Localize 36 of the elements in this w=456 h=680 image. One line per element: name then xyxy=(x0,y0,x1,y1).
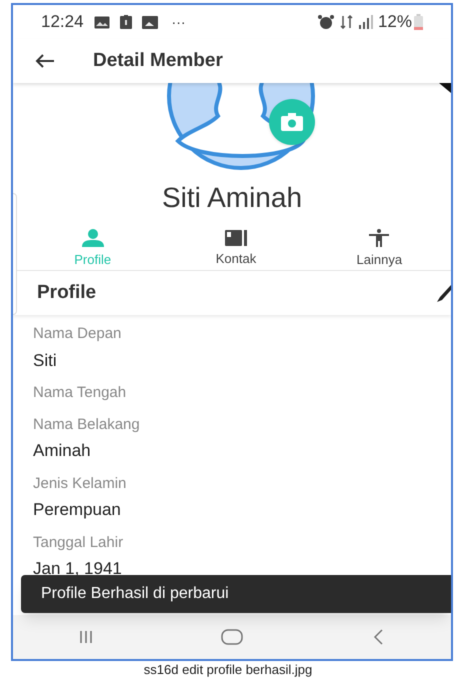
person-figure-icon xyxy=(369,229,390,248)
member-name: Siti Aminah xyxy=(160,181,304,215)
recent-apps-icon xyxy=(79,630,93,644)
pencil-icon xyxy=(437,283,451,303)
back-chevron-icon xyxy=(373,629,383,645)
field-value: Aminah xyxy=(33,440,91,462)
screen-title: Detail Member xyxy=(93,48,223,73)
alarm-icon xyxy=(318,15,334,29)
snackbar-message: Profile Berhasil di perbarui xyxy=(41,584,229,604)
field-label: Nama Depan xyxy=(33,324,122,344)
overflow-dots: ··· xyxy=(172,12,186,32)
image-icon xyxy=(94,16,110,28)
field-value: Jan 1, 1941 xyxy=(33,558,122,580)
image-caption: ss16d edit profile berhasil.jpg xyxy=(142,662,314,678)
tab[interactable]: Lainnya xyxy=(308,229,451,270)
field-label: Jenis Kelamin xyxy=(33,474,126,494)
signal-icon xyxy=(358,15,374,29)
battery-icon xyxy=(414,14,423,30)
back-arrow-icon xyxy=(35,53,55,69)
section-title: Profile xyxy=(37,280,96,305)
card-icon xyxy=(224,230,247,246)
status-time: 12:24 xyxy=(41,11,84,34)
clipboard-icon xyxy=(120,15,132,29)
field-label: Nama Tengah xyxy=(33,383,126,403)
person-icon xyxy=(82,229,104,248)
field-label: Tanggal Lahir xyxy=(33,532,124,552)
corner-mark-icon xyxy=(439,83,451,93)
home-icon xyxy=(221,629,243,645)
battery-percent: 12% xyxy=(378,11,412,34)
photo-icon xyxy=(142,16,158,28)
field-label: Nama Belakang xyxy=(33,414,140,434)
network-icon xyxy=(340,15,354,29)
field-value: Perempuan xyxy=(33,499,121,521)
field-value: Siti xyxy=(33,350,57,372)
camera-icon xyxy=(281,113,303,131)
tab[interactable]: Kontak xyxy=(164,229,308,270)
